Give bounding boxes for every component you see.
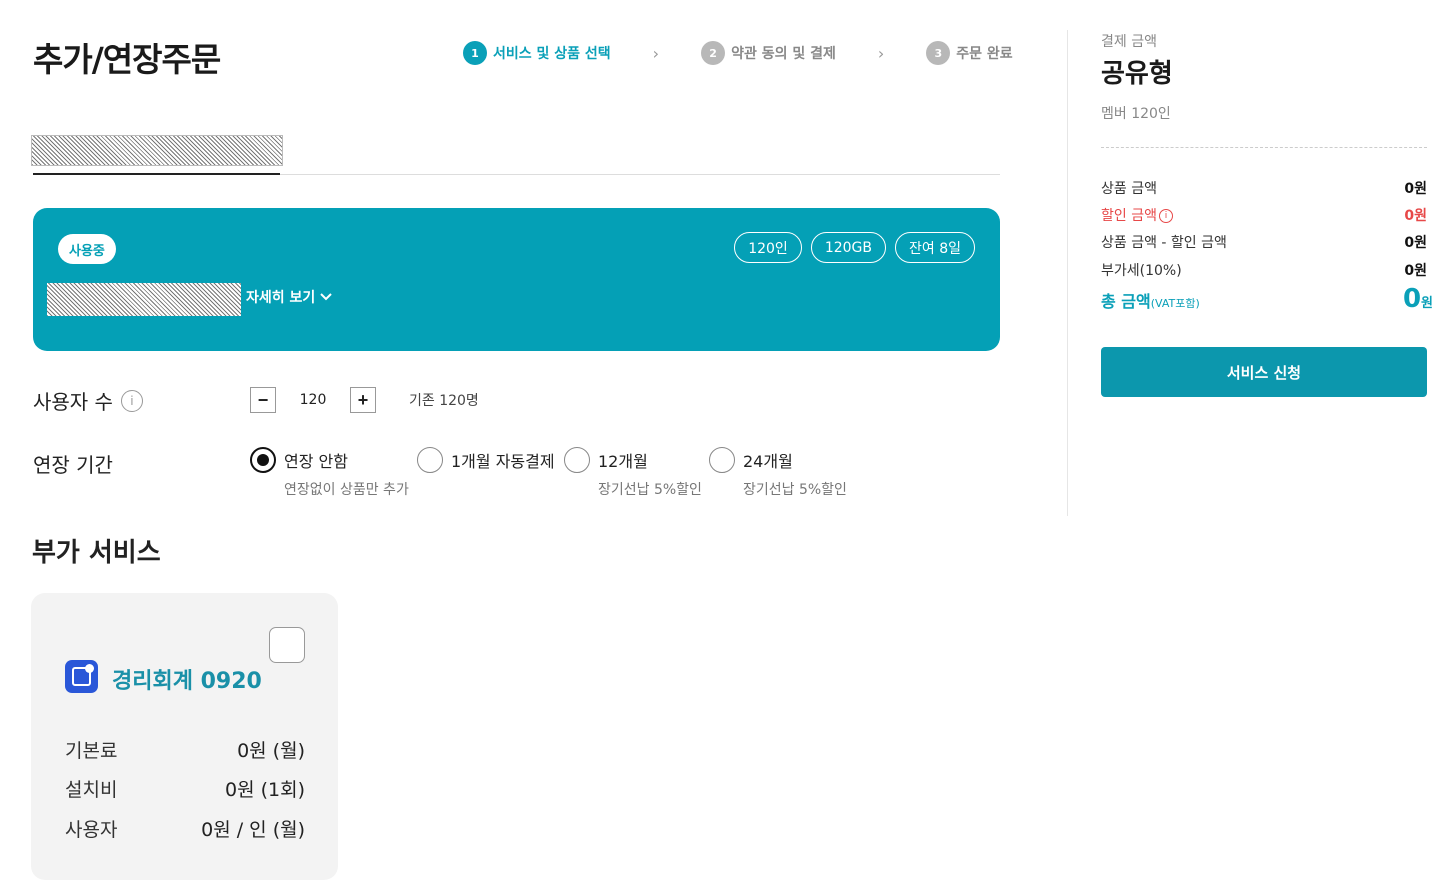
addon-row-install-fee: 설치비 0원 (1회) [65,775,305,802]
addon-row-user-fee: 사용자 0원 / 인 (월) [65,815,305,842]
current-service-card: 사용중 120인 120GB 잔여 8일 자세히 보기 [33,208,1000,351]
order-steps: 1 서비스 및 상품 선택 › 2 약관 동의 및 결제 › 3 주문 완료 [463,41,1013,65]
chevron-down-icon [320,293,332,301]
period-row-label: 연장 기간 [33,449,113,478]
summary-total: 총 금액(VAT포함) 0원 [1101,286,1433,312]
active-tab-underline [33,173,280,175]
period-option-12m-sub: 장기선납 5%할인 [598,482,702,498]
period-option-24m-sub: 장기선납 5%할인 [743,482,847,498]
redacted-tab[interactable] [31,135,283,166]
redacted-service-name [47,283,241,316]
step-3: 3 주문 완료 [926,41,1013,65]
apply-service-button[interactable]: 서비스 신청 [1101,347,1427,397]
period-option-24m[interactable]: 24개월 [709,447,793,473]
discount-label: 할인 금액 [1101,208,1157,224]
addon-row-value: 0원 / 인 (월) [201,819,305,841]
chevron-right-icon: › [652,43,660,63]
decrease-button[interactable]: − [250,387,276,413]
period-option-24m-label: 24개월 [743,452,793,471]
summary-row-product: 상품 금액 0원 [1101,178,1427,198]
info-icon[interactable]: i [120,389,143,412]
radio-unchecked-icon[interactable] [709,447,735,473]
summary-row-label: 상품 금액 [1101,181,1157,197]
period-option-12m[interactable]: 12개월 [564,447,648,473]
remaining-days-pill: 잔여 8일 [895,232,975,263]
total-amount: 0 [1402,284,1422,314]
period-option-monthly-label: 1개월 자동결제 [451,452,555,471]
step-3-label: 주문 완료 [956,46,1013,62]
summary-row-value: 0원 [1404,181,1427,197]
total-label: 총 금액(VAT포함) [1101,288,1200,312]
addon-section-title: 부가 서비스 [32,538,161,568]
users-row-label: 사용자 수 i [33,386,143,415]
page-title: 추가/연장주문 [33,40,221,79]
addon-name: 경리회계 0920 [112,669,262,694]
summary-dashed-divider [1101,147,1427,148]
radio-unchecked-icon[interactable] [417,447,443,473]
summary-row-vat: 부가세(10%) 0원 [1101,260,1427,280]
step-3-number: 3 [926,41,951,65]
addon-row-value: 0원 (월) [237,740,305,762]
step-2-label: 약관 동의 및 결제 [731,46,836,62]
period-option-none[interactable]: 연장 안함 [250,447,348,473]
summary-divider [1067,30,1068,516]
addon-row-value: 0원 (1회) [224,779,305,801]
increase-button[interactable]: + [350,387,376,413]
addon-checkbox[interactable] [269,627,305,663]
info-icon[interactable]: i [1158,209,1173,223]
detail-toggle-label: 자세히 보기 [246,290,316,306]
period-option-12m-label: 12개월 [598,452,648,471]
radio-checked-icon[interactable] [250,447,276,473]
addon-row-base-fee: 기본료 0원 (월) [65,736,305,763]
detail-toggle[interactable]: 자세히 보기 [246,287,332,307]
summary-row-discount: 할인 금액 i 0원 [1101,205,1427,225]
step-1-number: 1 [463,41,487,65]
storage-pill: 120GB [810,232,886,263]
total-value: 0원 [1403,286,1433,312]
summary-row-label: 부가세(10%) [1101,263,1182,279]
users-label: 사용자 수 [33,390,113,414]
period-option-monthly[interactable]: 1개월 자동결제 [417,447,555,473]
total-label-text: 총 금액 [1101,292,1151,311]
summary-row-net: 상품 금액 - 할인 금액 0원 [1101,232,1427,252]
step-2-number: 2 [701,41,726,65]
step-1-label: 서비스 및 상품 선택 [493,46,611,62]
members-pill: 120인 [734,232,802,263]
summary-row-value: 0원 [1404,208,1427,224]
status-badge: 사용중 [58,234,116,264]
users-stepper: − 120 + [250,387,376,413]
step-1: 1 서비스 및 상품 선택 [463,41,611,65]
step-2: 2 약관 동의 및 결제 [701,41,836,65]
summary-row-value: 0원 [1404,263,1427,279]
total-unit: 원 [1421,296,1433,311]
radio-unchecked-icon[interactable] [564,447,590,473]
period-option-none-sub: 연장없이 상품만 추가 [284,482,409,498]
base-users-text: 기존 120명 [409,393,479,409]
period-label: 연장 기간 [33,453,113,477]
summary-caption: 결제 금액 [1101,34,1157,50]
accounting-app-icon [65,660,98,693]
summary-row-label: 상품 금액 - 할인 금액 [1101,235,1227,251]
summary-row-label: 할인 금액 i [1101,205,1173,225]
users-value[interactable]: 120 [276,392,350,408]
addon-card: 경리회계 0920 기본료 0원 (월) 설치비 0원 (1회) 사용자 0원 … [31,593,338,880]
addon-row-label: 설치비 [65,779,118,801]
period-option-none-label: 연장 안함 [284,452,348,471]
total-note: (VAT포함) [1150,297,1200,310]
summary-row-value: 0원 [1404,235,1427,251]
addon-row-label: 사용자 [65,819,118,841]
chevron-right-icon: › [877,43,885,63]
service-pills: 120인 120GB 잔여 8일 [734,232,975,263]
summary-plan-type: 공유형 [1101,59,1173,89]
summary-members: 멤버 120인 [1101,106,1171,122]
addon-row-label: 기본료 [65,740,118,762]
